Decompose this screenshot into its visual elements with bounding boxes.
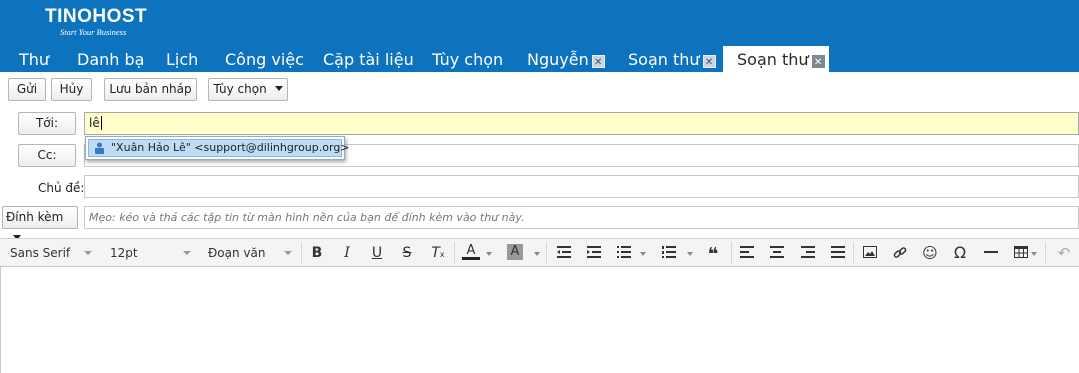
numbered-list-icon[interactable] <box>660 244 678 262</box>
chevron-down-icon[interactable] <box>687 252 693 256</box>
blockquote-icon[interactable]: ❝ <box>704 244 722 265</box>
toolbar-divider <box>853 242 854 264</box>
chevron-down-icon[interactable] <box>640 252 646 256</box>
chevron-down-icon <box>284 251 292 255</box>
to-field[interactable]: lê <box>84 112 1079 135</box>
paragraph-value: Đoạn văn <box>208 246 266 260</box>
tab-compose-1[interactable]: Soạn thư ✕ <box>628 46 716 72</box>
logo[interactable]: TINOHOST Start Your Business <box>45 6 148 38</box>
logo-name: TINOHOST <box>45 6 148 27</box>
send-button[interactable]: Gửi <box>8 78 46 101</box>
app-tabs: Thư Danh bạ Lịch Công việc Cặp tài liệu … <box>0 46 1079 72</box>
align-left-icon[interactable] <box>738 244 756 262</box>
tab-contacts[interactable]: Danh bạ <box>77 46 144 72</box>
tab-tasks[interactable]: Công việc <box>225 46 304 72</box>
paragraph-format-select[interactable]: Đoạn văn <box>208 239 296 267</box>
font-size-value: 12pt <box>110 246 138 260</box>
emoticon-icon[interactable]: ☺ <box>921 244 939 262</box>
chevron-down-icon[interactable] <box>534 252 540 256</box>
align-right-icon[interactable] <box>799 244 817 262</box>
app-header: TINOHOST Start Your Business Thư Danh bạ… <box>0 0 1079 72</box>
tab-label: Công việc <box>225 50 304 69</box>
clear-format-icon[interactable]: Tx <box>429 244 447 262</box>
underline-icon[interactable]: U <box>368 244 386 262</box>
bullet-list-icon[interactable] <box>615 244 633 262</box>
chevron-down-icon <box>274 86 283 91</box>
toolbar-divider <box>454 242 455 264</box>
options-menu-button[interactable]: Tùy chọn <box>208 78 288 101</box>
bold-icon[interactable]: B <box>308 244 326 262</box>
strikethrough-icon[interactable]: S <box>398 244 416 262</box>
chevron-down-icon[interactable] <box>486 252 492 256</box>
tab-label: Soạn thư <box>628 50 700 69</box>
font-size-select[interactable]: 12pt <box>110 239 194 267</box>
italic-icon[interactable]: I <box>338 244 356 262</box>
tab-mail[interactable]: Thư <box>19 46 49 72</box>
tab-label: Cặp tài liệu <box>323 50 414 69</box>
logo-tagline: Start Your Business <box>60 27 127 37</box>
toolbar-divider <box>1045 242 1046 264</box>
image-icon[interactable] <box>861 244 879 262</box>
message-body-editor[interactable] <box>0 267 1079 373</box>
text-color-icon[interactable]: A <box>462 244 480 260</box>
horizontal-rule-icon[interactable] <box>982 244 1000 262</box>
attach-drop-zone[interactable]: Mẹo: kéo và thả các tập tin từ màn hình … <box>84 206 1079 229</box>
to-address-button[interactable]: Tới: <box>18 112 76 135</box>
tab-calendar[interactable]: Lịch <box>166 46 198 72</box>
contact-icon <box>95 142 104 154</box>
options-label: Tùy chọn <box>213 82 267 96</box>
undo-icon[interactable]: ↶ <box>1055 244 1073 262</box>
cancel-button[interactable]: Hủy <box>51 78 92 101</box>
align-center-icon[interactable] <box>768 244 786 262</box>
tab-label: Tùy chọn <box>432 50 504 69</box>
tab-label: Nguyễn <box>527 50 589 69</box>
highlight-color-icon[interactable]: A <box>507 244 523 260</box>
tab-label: Thư <box>19 50 50 69</box>
font-family-value: Sans Serif <box>10 246 71 260</box>
subject-field[interactable] <box>84 175 1079 198</box>
font-family-select[interactable]: Sans Serif <box>10 239 94 267</box>
cc-address-button[interactable]: Cc: <box>18 144 76 167</box>
outdent-icon[interactable] <box>555 244 573 262</box>
close-icon[interactable]: ✕ <box>811 55 825 68</box>
close-icon[interactable]: ✕ <box>591 55 605 68</box>
tab-label: Lịch <box>166 50 199 69</box>
to-field-text: lê <box>89 116 102 130</box>
toolbar-divider <box>731 242 732 264</box>
table-icon[interactable] <box>1012 244 1030 262</box>
justify-icon[interactable] <box>829 244 847 262</box>
suggestion-text: "Xuân Hảo Lê" <support@dilinhgroup.org> <box>111 141 350 154</box>
attach-button[interactable]: Đính kèm <box>2 206 78 240</box>
autocomplete-popup: "Xuân Hảo Lê" <support@dilinhgroup.org> <box>85 136 350 160</box>
special-char-icon[interactable]: Ω <box>951 244 969 262</box>
autocomplete-suggestion[interactable]: "Xuân Hảo Lê" <support@dilinhgroup.org> <box>88 139 350 157</box>
link-icon[interactable] <box>891 244 909 262</box>
close-icon[interactable]: ✕ <box>702 55 716 68</box>
tab-nguyen[interactable]: Nguyễn ✕ <box>527 46 605 72</box>
toolbar-divider <box>301 242 302 264</box>
toolbar-divider <box>546 242 547 264</box>
tab-label: Soạn thư <box>737 50 809 69</box>
tab-options[interactable]: Tùy chọn <box>432 46 503 72</box>
tab-label: Danh bạ <box>77 50 145 69</box>
attach-label: Đính kèm <box>6 210 64 224</box>
editor-toolbar: Sans Serif 12pt Đoạn văn B I U S Tx A A … <box>0 238 1079 267</box>
chevron-down-icon <box>84 251 92 255</box>
tab-compose-active[interactable]: Soạn thư ✕ <box>723 46 829 72</box>
chevron-down-icon <box>183 251 191 255</box>
subject-label: Chủ đề: <box>38 181 85 195</box>
chevron-down-icon[interactable] <box>1031 252 1037 256</box>
save-draft-button[interactable]: Lưu bản nháp <box>104 78 197 101</box>
attach-hint: Mẹo: kéo và thả các tập tin từ màn hình … <box>89 211 525 224</box>
tab-briefcase[interactable]: Cặp tài liệu <box>323 46 414 72</box>
indent-icon[interactable] <box>585 244 603 262</box>
